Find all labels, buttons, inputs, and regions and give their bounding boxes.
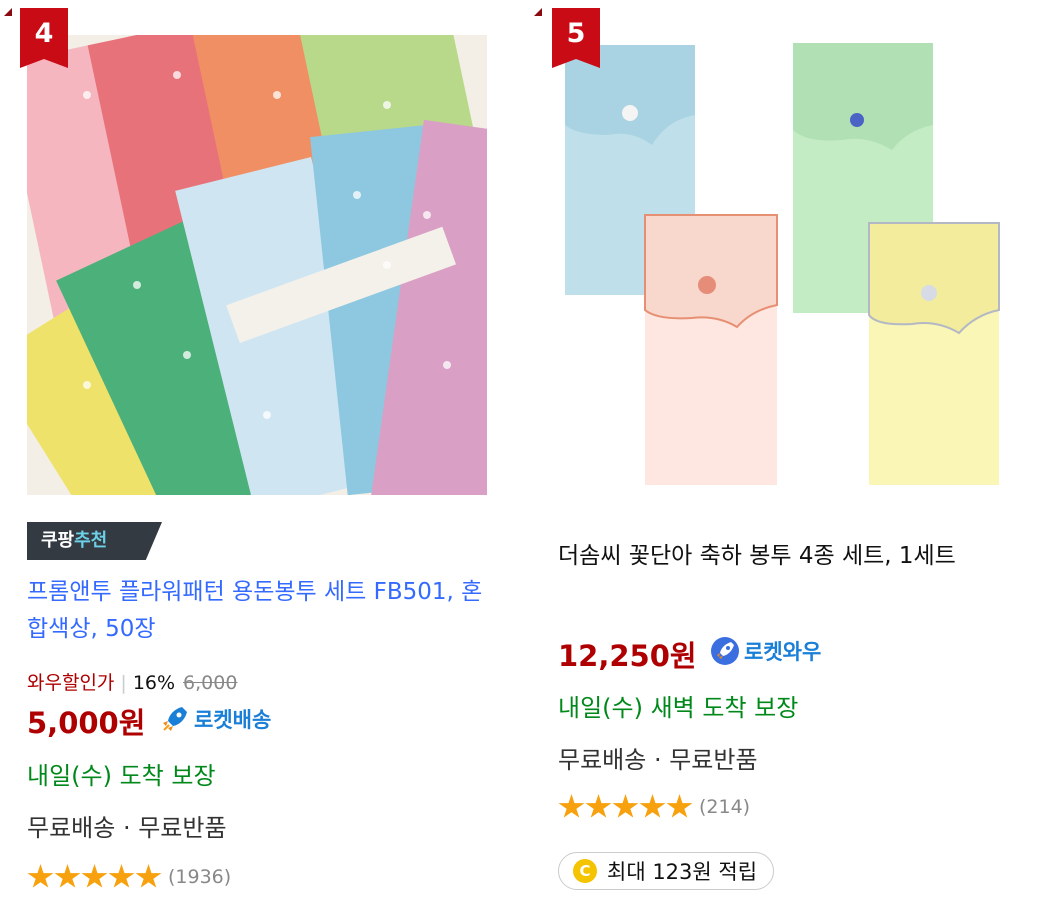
divider: | (120, 672, 127, 694)
arrival-guarantee: 내일(수) 새벽 도착 보장 (558, 694, 799, 722)
delivery-tag-label: 로켓와우 (744, 640, 822, 664)
star-icon (612, 794, 639, 818)
star-icon (585, 794, 612, 818)
rocket-delivery-tag: 로켓배송 (160, 704, 271, 734)
sale-price: 5,000원 (27, 706, 146, 740)
discount-percent: 16% (132, 672, 176, 694)
star-icon (666, 794, 693, 818)
badge-prefix: 쿠팡 (41, 530, 75, 551)
star-icon (81, 864, 108, 888)
product-image[interactable] (557, 35, 1017, 495)
reward-text: 최대 123원 적립 (607, 860, 758, 884)
rank-badge: 5 (552, 8, 600, 68)
star-icon (135, 864, 162, 888)
coupang-recommend-badge: 쿠팡추천 (27, 522, 162, 560)
coin-icon: C (573, 859, 597, 883)
rank-badge: 4 (20, 8, 68, 68)
cash-reward-badge: C 최대 123원 적립 (558, 852, 775, 890)
delivery-tag-label: 로켓배송 (194, 708, 272, 732)
shipping-info: 무료배송 · 무료반품 (27, 814, 227, 842)
shipping-info: 무료배송 · 무료반품 (558, 746, 758, 774)
review-count: (1936) (168, 866, 232, 888)
badge-highlight: 추천 (74, 530, 108, 551)
product-card-5[interactable]: 5 더솜씨 꽃단아 축하 봉투 4종 세트, 1세트 12,250원 로켓와우 … (530, 0, 1044, 898)
rocket-icon (163, 707, 187, 731)
rank-ribbon-fold (534, 8, 542, 16)
product-title[interactable]: 더솜씨 꽃단아 축하 봉투 4종 세트, 1세트 (558, 538, 1028, 575)
discount-row: 와우할인가 | 16% 6,000 (27, 668, 237, 695)
rating: (214) (558, 794, 750, 820)
rocket-wow-tag: 로켓와우 (710, 636, 821, 666)
wow-discount-label: 와우할인가 (27, 672, 115, 694)
original-price: 6,000 (183, 672, 238, 694)
arrival-guarantee: 내일(수) 도착 보장 (27, 762, 216, 790)
rating: (1936) (27, 864, 231, 890)
star-icon (27, 864, 54, 888)
rank-ribbon-fold (4, 8, 12, 16)
product-image[interactable] (27, 35, 487, 495)
star-icon (54, 864, 81, 888)
product-title[interactable]: 프롬앤투 플라워패턴 용돈봉투 세트 FB501, 혼합색상, 50장 (27, 574, 497, 648)
star-icon (108, 864, 135, 888)
product-card-4[interactable]: 4 쿠팡추천 프롬앤투 플라워패턴 용돈봉투 세트 FB501, 혼합색상, 5… (0, 0, 520, 898)
star-icon (558, 794, 585, 818)
sale-price: 12,250원 (558, 639, 697, 673)
rocket-icon (711, 637, 739, 665)
star-icon (639, 794, 666, 818)
review-count: (214) (699, 796, 751, 818)
